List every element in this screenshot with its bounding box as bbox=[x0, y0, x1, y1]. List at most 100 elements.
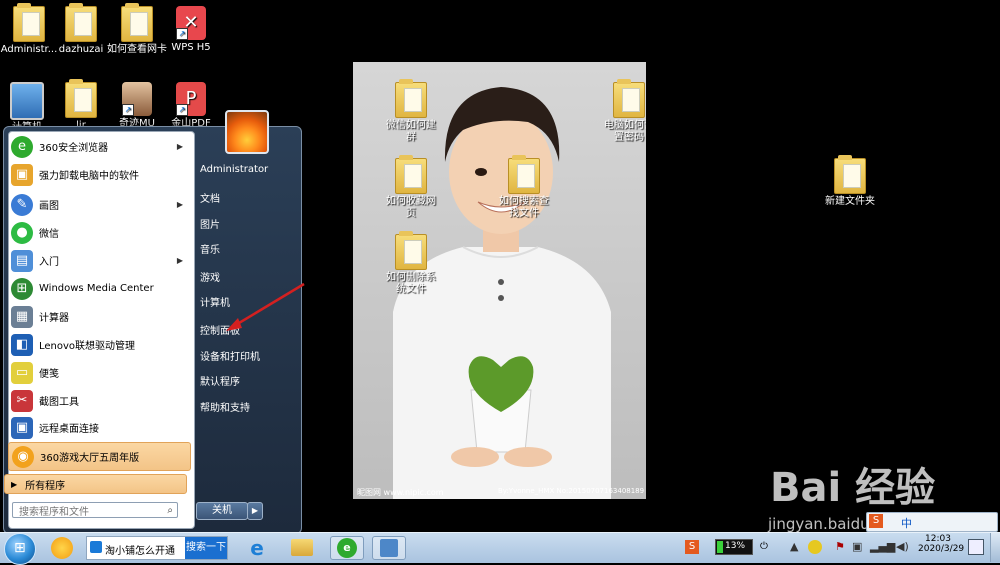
right-item-games[interactable]: 游戏 bbox=[200, 269, 220, 284]
desktop-icon-dazhuzai[interactable]: dazhuzai bbox=[50, 3, 112, 56]
user-avatar[interactable] bbox=[225, 110, 269, 154]
search-placeholder: 搜索程序和文件 bbox=[19, 506, 89, 518]
menu-item-sticky-notes[interactable]: ▭ 便笺 bbox=[8, 359, 189, 386]
ime-toolbar[interactable]: S 中 bbox=[866, 512, 998, 532]
folder-icon bbox=[65, 79, 97, 118]
taskbar-app-explorer[interactable] bbox=[285, 536, 319, 560]
photo-folder-bookmark[interactable]: 如何收藏网页 bbox=[383, 155, 439, 220]
right-item-documents[interactable]: 文档 bbox=[200, 190, 220, 205]
menu-item-label: 360游戏大厅五周年版 bbox=[40, 453, 140, 464]
menu-item-getting-started[interactable]: ▤ 入门 ▶ bbox=[8, 247, 189, 274]
folder-icon bbox=[508, 155, 540, 194]
desktop-icon-lir[interactable]: lir bbox=[50, 79, 112, 132]
sogou-tray-icon[interactable]: S bbox=[685, 540, 699, 554]
taskbar-search-field[interactable]: 淘小铺怎么开通 搜索一下 bbox=[86, 536, 228, 560]
taskbar-app-ie[interactable]: e bbox=[240, 536, 274, 560]
menu-item-label: 截图工具 bbox=[39, 397, 79, 408]
uninstall-box-icon: ▣ bbox=[11, 163, 33, 186]
submenu-arrow-icon: ▶ bbox=[176, 200, 183, 209]
taskbar-app-control[interactable] bbox=[372, 536, 406, 560]
search-button[interactable]: 搜索一下 bbox=[185, 537, 227, 559]
scissors-icon: ✂ bbox=[11, 389, 33, 412]
desktop-icon-wps-h5[interactable]: ✕ ↗ WPS H5 bbox=[160, 6, 222, 54]
action-center-icon[interactable] bbox=[968, 539, 984, 555]
menu-item-360-game-hall[interactable]: ◉ 360游戏大厅五周年版 bbox=[8, 442, 191, 471]
folder-icon bbox=[395, 79, 427, 118]
user-folder-icon bbox=[13, 3, 45, 42]
menu-item-lenovo-driver[interactable]: ◧ Lenovo联想驱动管理 bbox=[8, 331, 189, 358]
ime-mode-label: 中 bbox=[901, 517, 912, 530]
taskbar-app-360-browser[interactable]: e bbox=[330, 536, 364, 560]
windows-media-center-icon: ⊞ bbox=[11, 277, 33, 300]
photo-folder-delete[interactable]: 如何删除系统文件 bbox=[383, 231, 439, 296]
folder-label: 如何搜索查找文件 bbox=[499, 196, 549, 219]
right-item-default-programs[interactable]: 默认程序 bbox=[200, 373, 240, 388]
right-item-administrator[interactable]: Administrator bbox=[200, 164, 268, 175]
photo-folder-wechat[interactable]: 微信如何建群 bbox=[383, 79, 439, 144]
photo-folder-search[interactable]: 如何搜索查找文件 bbox=[495, 155, 553, 220]
show-desktop-button[interactable] bbox=[990, 533, 1000, 562]
right-item-music[interactable]: 音乐 bbox=[200, 241, 220, 256]
start-search-input[interactable]: 搜索程序和文件 ⌕ bbox=[12, 502, 178, 518]
wallpaper-photo: 微信如何建群 电脑如何设置密码 如何收藏网页 如何搜索查找文件 如何删除系统文件… bbox=[353, 62, 646, 499]
shutdown-options-button[interactable]: ▶ bbox=[247, 502, 263, 520]
clock-time: 12:03 bbox=[925, 534, 951, 544]
folder-icon bbox=[395, 231, 427, 270]
calculator-icon: ▦ bbox=[11, 305, 33, 328]
right-item-pictures[interactable]: 图片 bbox=[200, 216, 220, 231]
menu-item-label: Windows Media Center bbox=[39, 283, 154, 294]
folder-icon bbox=[121, 3, 153, 42]
menu-item-uninstall[interactable]: ▣ 强力卸载电脑中的软件 bbox=[8, 161, 189, 188]
flag-icon[interactable]: ⚑ bbox=[835, 540, 845, 553]
folder-icon bbox=[613, 79, 645, 118]
menu-item-label: 强力卸载电脑中的软件 bbox=[39, 171, 139, 182]
right-item-devices-printers[interactable]: 设备和打印机 bbox=[200, 348, 260, 363]
wps-h5-icon: ✕ ↗ bbox=[176, 6, 206, 40]
menu-item-calculator[interactable]: ▦ 计算器 bbox=[8, 303, 189, 330]
desktop-icon-pdf[interactable]: P ↗ 金山PDF bbox=[160, 82, 222, 130]
device-icon[interactable]: ▣ bbox=[852, 540, 862, 553]
photo-folder-password[interactable]: 电脑如何设置密码 bbox=[601, 79, 646, 144]
clock-date: 2020/3/29 bbox=[918, 544, 965, 554]
power-plug-icon[interactable]: ⏻ bbox=[760, 541, 768, 552]
menu-item-snipping-tool[interactable]: ✂ 截图工具 bbox=[8, 387, 189, 414]
desktop-icon-mu[interactable]: ↗ 奇迹MU bbox=[106, 82, 168, 130]
folder-icon bbox=[65, 3, 97, 42]
browser-360-icon: e bbox=[11, 135, 33, 158]
tray-expand-icon[interactable]: ▲ bbox=[790, 540, 798, 553]
menu-item-paint[interactable]: ✎ 画图 ▶ bbox=[8, 191, 189, 218]
browser-360-icon: e bbox=[337, 538, 357, 558]
all-programs-button[interactable]: ▶ 所有程序 bbox=[4, 474, 187, 494]
menu-item-media-center[interactable]: ⊞ Windows Media Center bbox=[8, 275, 189, 302]
taskbar-app-360[interactable] bbox=[45, 536, 79, 560]
right-item-help-support[interactable]: 帮助和支持 bbox=[200, 399, 250, 414]
network-signal-icon[interactable]: ▂▄▆ bbox=[870, 540, 895, 553]
game-hall-icon: ◉ bbox=[12, 445, 34, 468]
pdf-icon: P ↗ bbox=[176, 82, 206, 116]
wechat-icon: ● bbox=[11, 221, 33, 244]
menu-item-label: 便笺 bbox=[39, 369, 59, 380]
menu-item-360-browser[interactable]: e 360安全浏览器 ▶ bbox=[8, 133, 189, 160]
clock[interactable]: 12:03 2020/3/29 bbox=[918, 534, 965, 554]
folder-icon bbox=[395, 155, 427, 194]
battery-indicator[interactable]: 13% bbox=[715, 539, 753, 555]
volume-icon[interactable]: ◀) bbox=[896, 540, 909, 553]
battery-level-icon bbox=[717, 541, 723, 553]
tray-app-icon[interactable] bbox=[808, 540, 822, 554]
menu-item-label: 360安全浏览器 bbox=[39, 143, 109, 154]
paint-palette-icon: ✎ bbox=[11, 193, 33, 216]
menu-item-label: Lenovo联想驱动管理 bbox=[39, 341, 136, 352]
menu-item-label: 画图 bbox=[39, 201, 59, 212]
search-logo-icon bbox=[90, 541, 102, 553]
desktop-icon-new-folder[interactable]: 新建文件夹 bbox=[818, 155, 882, 208]
desktop-icon-network[interactable]: 如何查看网卡 bbox=[106, 3, 168, 56]
folder-label: 微信如何建群 bbox=[386, 120, 436, 143]
start-orb-button[interactable]: ⊞ bbox=[4, 533, 36, 565]
shutdown-button[interactable]: 关机 bbox=[196, 502, 248, 520]
folder-label: 如何收藏网页 bbox=[386, 196, 436, 219]
sticky-notes-icon: ▭ bbox=[11, 361, 33, 384]
menu-item-remote-desktop[interactable]: ▣ 远程桌面连接 bbox=[8, 414, 189, 441]
menu-item-label: 计算器 bbox=[39, 313, 69, 324]
computer-icon bbox=[10, 82, 44, 120]
menu-item-wechat[interactable]: ● 微信 bbox=[8, 219, 189, 246]
